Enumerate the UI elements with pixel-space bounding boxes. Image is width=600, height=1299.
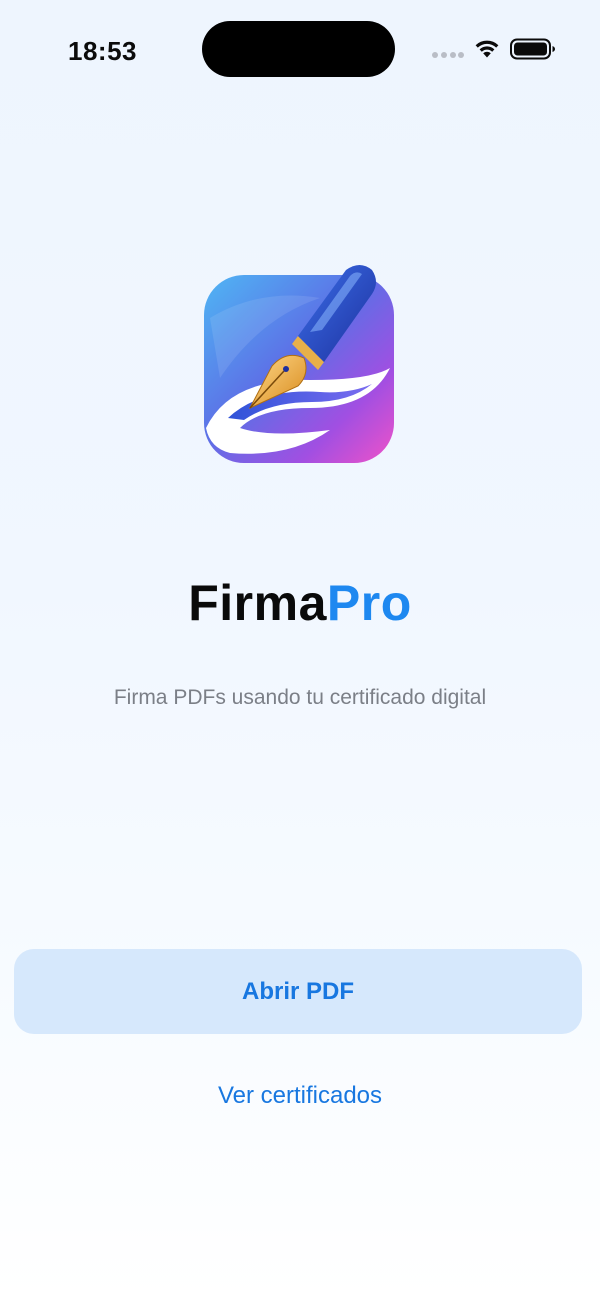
app-title-main: Firma (188, 575, 327, 631)
app-title: FirmaPro (0, 573, 600, 633)
open-pdf-button[interactable]: Abrir PDF (14, 949, 582, 1034)
dynamic-island (202, 21, 395, 77)
battery-icon (510, 38, 555, 60)
fountain-pen-app-icon (204, 265, 394, 463)
view-certificates-link[interactable]: Ver certificados (150, 1076, 450, 1116)
app-subtitle: Firma PDFs usando tu certificado digital (113, 686, 487, 709)
app-title-accent: Pro (326, 575, 412, 631)
cellular-signal-icon (432, 52, 464, 58)
status-time: 18:53 (68, 36, 137, 66)
status-bar: 18:53 (0, 0, 600, 100)
wifi-icon (475, 40, 499, 58)
